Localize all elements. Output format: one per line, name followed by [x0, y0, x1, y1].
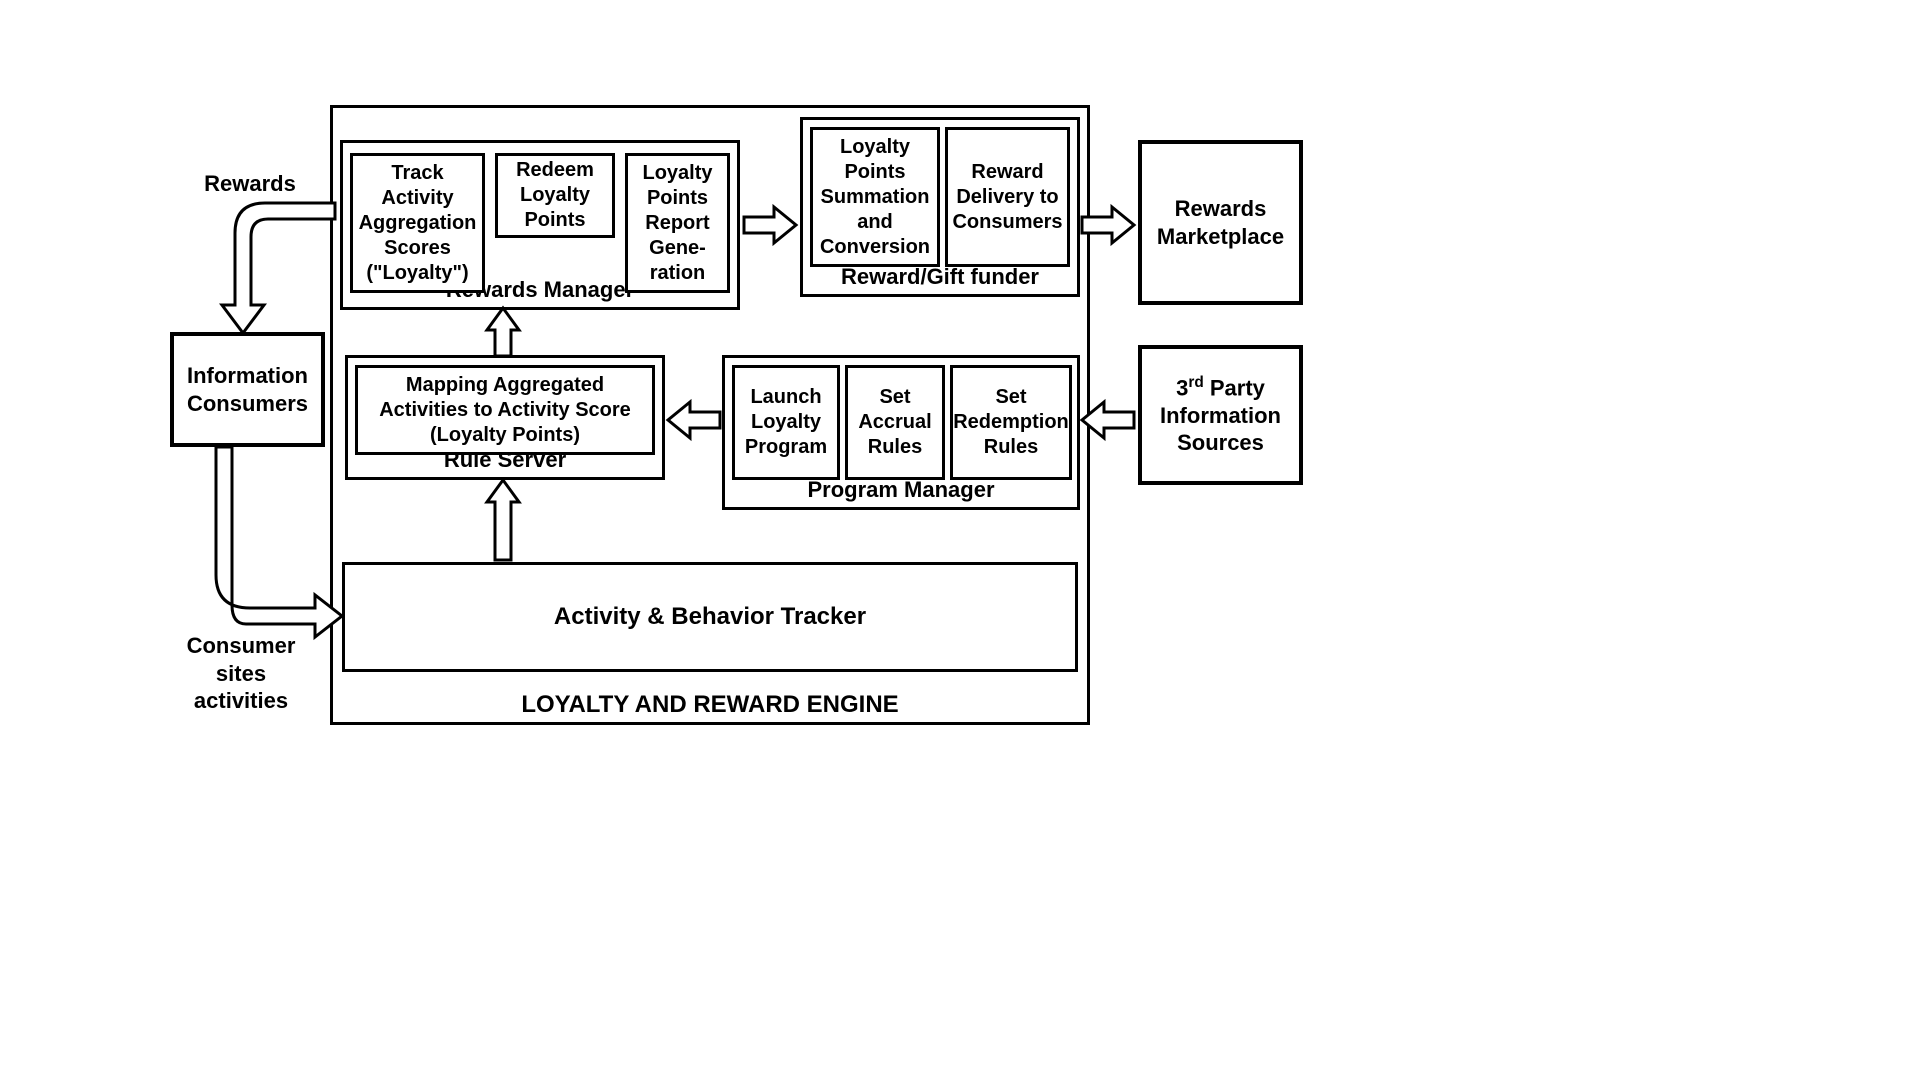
rewards-marketplace-box: Rewards Marketplace — [1138, 140, 1303, 305]
rewards-label: Rewards — [190, 170, 310, 198]
report-gen-box: Loyalty Points Report Gene-ration — [625, 153, 730, 293]
info-consumers-box: Information Consumers — [170, 332, 325, 447]
arrow-right-icon — [1082, 200, 1136, 250]
arrow-curved-right-icon — [210, 445, 345, 635]
arrow-curved-down-icon — [210, 195, 340, 340]
redeem-points-box: Redeem Loyalty Points — [495, 153, 615, 238]
consumer-sites-label: Consumer sites activities — [176, 632, 306, 715]
activity-tracker-box: Activity & Behavior Tracker — [342, 562, 1078, 672]
arrow-left-icon — [1082, 395, 1136, 445]
delivery-box: Reward Delivery to Consumers — [945, 127, 1070, 267]
arrow-up-icon — [483, 480, 523, 562]
arrow-left-icon — [668, 395, 722, 445]
accrual-rules-box: Set Accrual Rules — [845, 365, 945, 480]
mapping-box: Mapping Aggregated Activities to Activit… — [355, 365, 655, 455]
launch-program-box: Launch Loyalty Program — [732, 365, 840, 480]
third-party-sources-box: 3rd Party Information Sources — [1138, 345, 1303, 485]
engine-title: LOYALTY AND REWARD ENGINE — [330, 690, 1090, 720]
third-party-text: 3rd Party Information Sources — [1148, 373, 1293, 457]
track-activity-box: Track Activity Aggregation Scores ("Loya… — [350, 153, 485, 293]
diagram-stage: LOYALTY AND REWARD ENGINE Rewards Manage… — [0, 0, 1920, 1080]
arrow-up-icon — [483, 308, 523, 358]
arrow-right-icon — [744, 200, 798, 250]
redemption-rules-box: Set Redemption Rules — [950, 365, 1072, 480]
summation-box: Loyalty Points Summation and Conversion — [810, 127, 940, 267]
